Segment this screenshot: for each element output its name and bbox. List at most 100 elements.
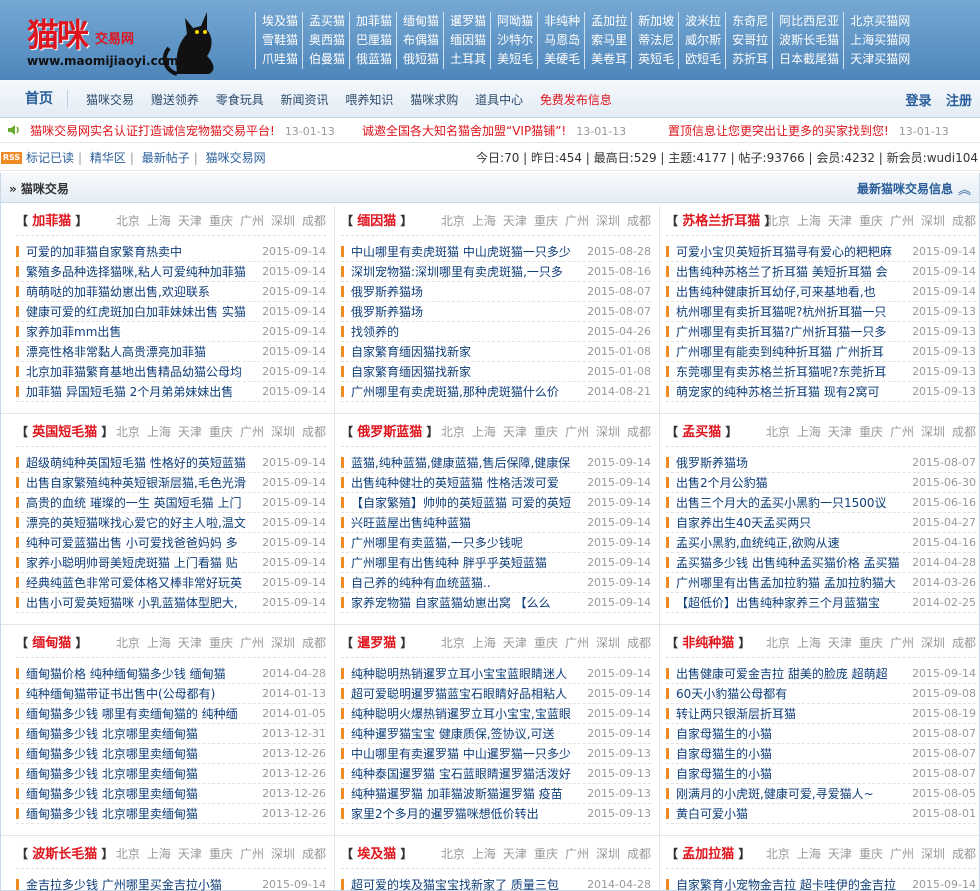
listing-title[interactable]: 北京加菲猫繁育基地出售精品幼猫公母均 [26,362,250,381]
city-link[interactable]: 上海 [797,847,821,861]
listing-title[interactable]: 高贵的血统 璀璨的一生 英国短毛猫 上门 [26,493,250,512]
breed-link[interactable]: 东奇尼 [725,12,772,31]
listing-title[interactable]: 金吉拉多少钱 广州哪里买金吉拉小猫 [26,875,250,891]
listing-title[interactable]: 中山哪里有卖虎斑猫 中山虎斑猫一只多少 [351,242,575,261]
listing-item[interactable]: 广州哪里有出售孟加拉豹猫 孟加拉豹猫大 2014-03-26 [666,573,976,593]
listing-item[interactable]: 萌萌哒的加菲猫幼崽出售,欢迎联系 2015-09-14 [16,282,326,302]
listing-item[interactable]: 缅甸猫多少钱 北京哪里卖缅甸猫 2013-12-26 [16,744,326,764]
breed-category-link[interactable]: 孟加拉猫 [682,847,734,862]
listing-item[interactable]: 纯种聪明热销暹罗立耳小宝宝蓝眼睛迷人 2015-09-14 [341,664,651,684]
breed-link[interactable]: 新加坡 [631,12,678,31]
listing-item[interactable]: 萌宠家的纯种苏格兰折耳猫 现有2窝可 2015-09-13 [666,382,976,402]
breed-link[interactable]: 马恩岛 [537,31,584,50]
listing-item[interactable]: 中山哪里有卖暹罗猫 中山暹罗猫一只多少 2015-09-13 [341,744,651,764]
listing-item[interactable]: 纯种泰国暹罗猫 宝石蓝眼睛暹罗猫活泼好 2015-09-13 [341,764,651,784]
quick-link[interactable]: 精华区 [90,151,126,165]
listing-item[interactable]: 健康可爱的红虎斑加白加菲妹妹出售 实猫 2015-09-14 [16,302,326,322]
listing-title[interactable]: 超可爱的埃及猫宝宝找新家了 质量三包 [351,875,575,891]
city-link[interactable]: 深圳 [596,847,620,861]
listing-item[interactable]: 缅甸猫多少钱 北京哪里卖缅甸猫 2013-12-26 [16,784,326,804]
breed-link[interactable]: 北京买猫网 [843,12,914,31]
city-link[interactable]: 北京 [441,847,465,861]
listing-title[interactable]: 出售三个月大的孟买小黑豹一只1500议 [676,493,900,512]
listing-item[interactable]: 自家繁育缅因猫找新家 2015-01-08 [341,362,651,382]
city-link[interactable]: 成都 [627,847,651,861]
breed-link[interactable]: 苏折耳 [725,50,772,69]
breed-category-link[interactable]: 暹罗猫 [357,636,396,651]
breed-link[interactable]: 沙特尔 [490,31,537,50]
listing-title[interactable]: 萌萌哒的加菲猫幼崽出售,欢迎联系 [26,282,250,301]
listing-item[interactable]: 找领养的 2015-04-26 [341,322,651,342]
city-link[interactable]: 北京 [116,847,140,861]
breed-link[interactable]: 美硬毛 [537,50,584,69]
rss-icon[interactable]: RSS [1,152,22,164]
listing-title[interactable]: 广州哪里有卖虎斑猫,那种虎斑猫什么价 [351,382,575,401]
listing-title[interactable]: 深圳宠物猫:深圳哪里有卖虎斑猫,一只多 [351,262,575,281]
listing-item[interactable]: 超可爱的埃及猫宝宝找新家了 质量三包 2014-04-28 [341,875,651,891]
breed-link[interactable]: 天津买猫网 [843,50,914,69]
listing-item[interactable]: 家养小聪明帅哥美短虎斑猫 上门看猫 贴 2015-09-14 [16,553,326,573]
listing-item[interactable]: 经典纯蓝色非常可爱体格又棒非常好玩英 2015-09-14 [16,573,326,593]
city-link[interactable]: 上海 [472,214,496,228]
city-link[interactable]: 北京 [116,214,140,228]
listing-item[interactable]: 北京加菲猫繁育基地出售精品幼猫公母均 2015-09-14 [16,362,326,382]
breed-link[interactable]: 爪哇猫 [255,50,302,69]
city-link[interactable]: 北京 [441,636,465,650]
city-link[interactable]: 深圳 [596,214,620,228]
listing-title[interactable]: 【自家繁殖】帅帅的英短蓝猫 可爱的英短 [351,493,575,512]
city-link[interactable]: 重庆 [209,636,233,650]
city-link[interactable]: 广州 [240,214,264,228]
listing-title[interactable]: 东莞哪里有卖苏格兰折耳猫呢?东莞折耳 [676,362,900,381]
listing-item[interactable]: 出售纯种健康折耳幼仔,可来基地看,也 2015-09-14 [666,282,976,302]
city-link[interactable]: 成都 [302,636,326,650]
listing-item[interactable]: 深圳宠物猫:深圳哪里有卖虎斑猫,一只多 2015-08-16 [341,262,651,282]
listing-item[interactable]: 中山哪里有卖虎斑猫 中山虎斑猫一只多少 2015-08-28 [341,242,651,262]
breed-category-link[interactable]: 非纯种猫 [682,636,734,651]
listing-title[interactable]: 超可爱聪明暹罗猫蓝宝石眼睛好品相粘人 [351,684,575,703]
breed-link[interactable]: 安哥拉 [725,31,772,50]
listing-item[interactable]: 俄罗斯养猫场 2015-08-07 [341,302,651,322]
city-link[interactable]: 上海 [472,847,496,861]
breed-category-link[interactable]: 加菲猫 [32,214,71,229]
collapse-icon[interactable]: ︽ [958,179,971,198]
listing-title[interactable]: 家养宠物猫 自家蓝猫幼崽出窝 【么么 [351,593,575,612]
breed-link[interactable]: 加菲猫 [349,12,396,31]
city-link[interactable]: 成都 [952,636,976,650]
listing-item[interactable]: 超可爱聪明暹罗猫蓝宝石眼睛好品相粘人 2015-09-14 [341,684,651,704]
city-link[interactable]: 广州 [565,636,589,650]
listing-item[interactable]: 出售纯种苏格兰了折耳猫 美短折耳猫 会 2015-09-14 [666,262,976,282]
city-link[interactable]: 北京 [441,214,465,228]
breed-link[interactable]: 非纯种 [537,12,584,31]
listing-item[interactable]: 广州哪里有出售纯种 胖乎乎英短蓝猫 2015-09-14 [341,553,651,573]
quick-link[interactable]: 最新帖子 [142,151,190,165]
listing-item[interactable]: 出售小可爱英短猫咪 小乳蓝猫体型肥大, 2015-09-14 [16,593,326,613]
city-link[interactable]: 天津 [828,425,852,439]
city-link[interactable]: 天津 [503,847,527,861]
listing-title[interactable]: 俄罗斯养猫场 [351,302,575,321]
listing-item[interactable]: 家养宠物猫 自家蓝猫幼崽出窝 【么么 2015-09-14 [341,593,651,613]
city-link[interactable]: 重庆 [209,425,233,439]
listing-title[interactable]: 转让两只银渐层折耳猫 [676,704,900,723]
city-link[interactable]: 北京 [116,636,140,650]
listing-item[interactable]: 自家母猫生的小猫 2015-08-07 [666,764,976,784]
listing-title[interactable]: 缅甸猫多少钱 北京哪里卖缅甸猫 [26,784,250,803]
breed-link[interactable]: 日本截尾猫 [772,50,843,69]
city-link[interactable]: 重庆 [859,214,883,228]
breed-category-link[interactable]: 俄罗斯蓝猫 [357,425,422,440]
nav-link[interactable]: 道具中心 [475,93,523,107]
city-link[interactable]: 上海 [147,214,171,228]
listing-item[interactable]: 纯种暹罗猫宝宝 健康质保,签协议,可送 2015-09-14 [341,724,651,744]
city-link[interactable]: 广州 [890,425,914,439]
listing-title[interactable]: 缅甸猫多少钱 北京哪里卖缅甸猫 [26,724,250,743]
city-link[interactable]: 成都 [627,214,651,228]
notice-item[interactable]: 诚邀全国各大知名猫舍加盟“VIP猫铺”! 13-01-13 [362,119,626,142]
city-link[interactable]: 重庆 [859,636,883,650]
city-link[interactable]: 天津 [178,636,202,650]
listing-item[interactable]: 蓝猫,纯种蓝猫,健康蓝猫,售后保障,健康保 2015-09-14 [341,453,651,473]
city-link[interactable]: 广州 [890,214,914,228]
listing-item[interactable]: 可爱小宝贝英短折耳猫寻有爱心的粑粑麻 2015-09-14 [666,242,976,262]
breed-link[interactable]: 布偶猫 [396,31,443,50]
notice-item[interactable]: 猫咪交易网实名认证打造诚信宠物猫交易平台! 13-01-13 [30,119,335,142]
breed-link[interactable]: 蒂法尼 [631,31,678,50]
listing-title[interactable]: 出售健康可爱金吉拉 甜美的脸庞 超萌超 [676,664,900,683]
